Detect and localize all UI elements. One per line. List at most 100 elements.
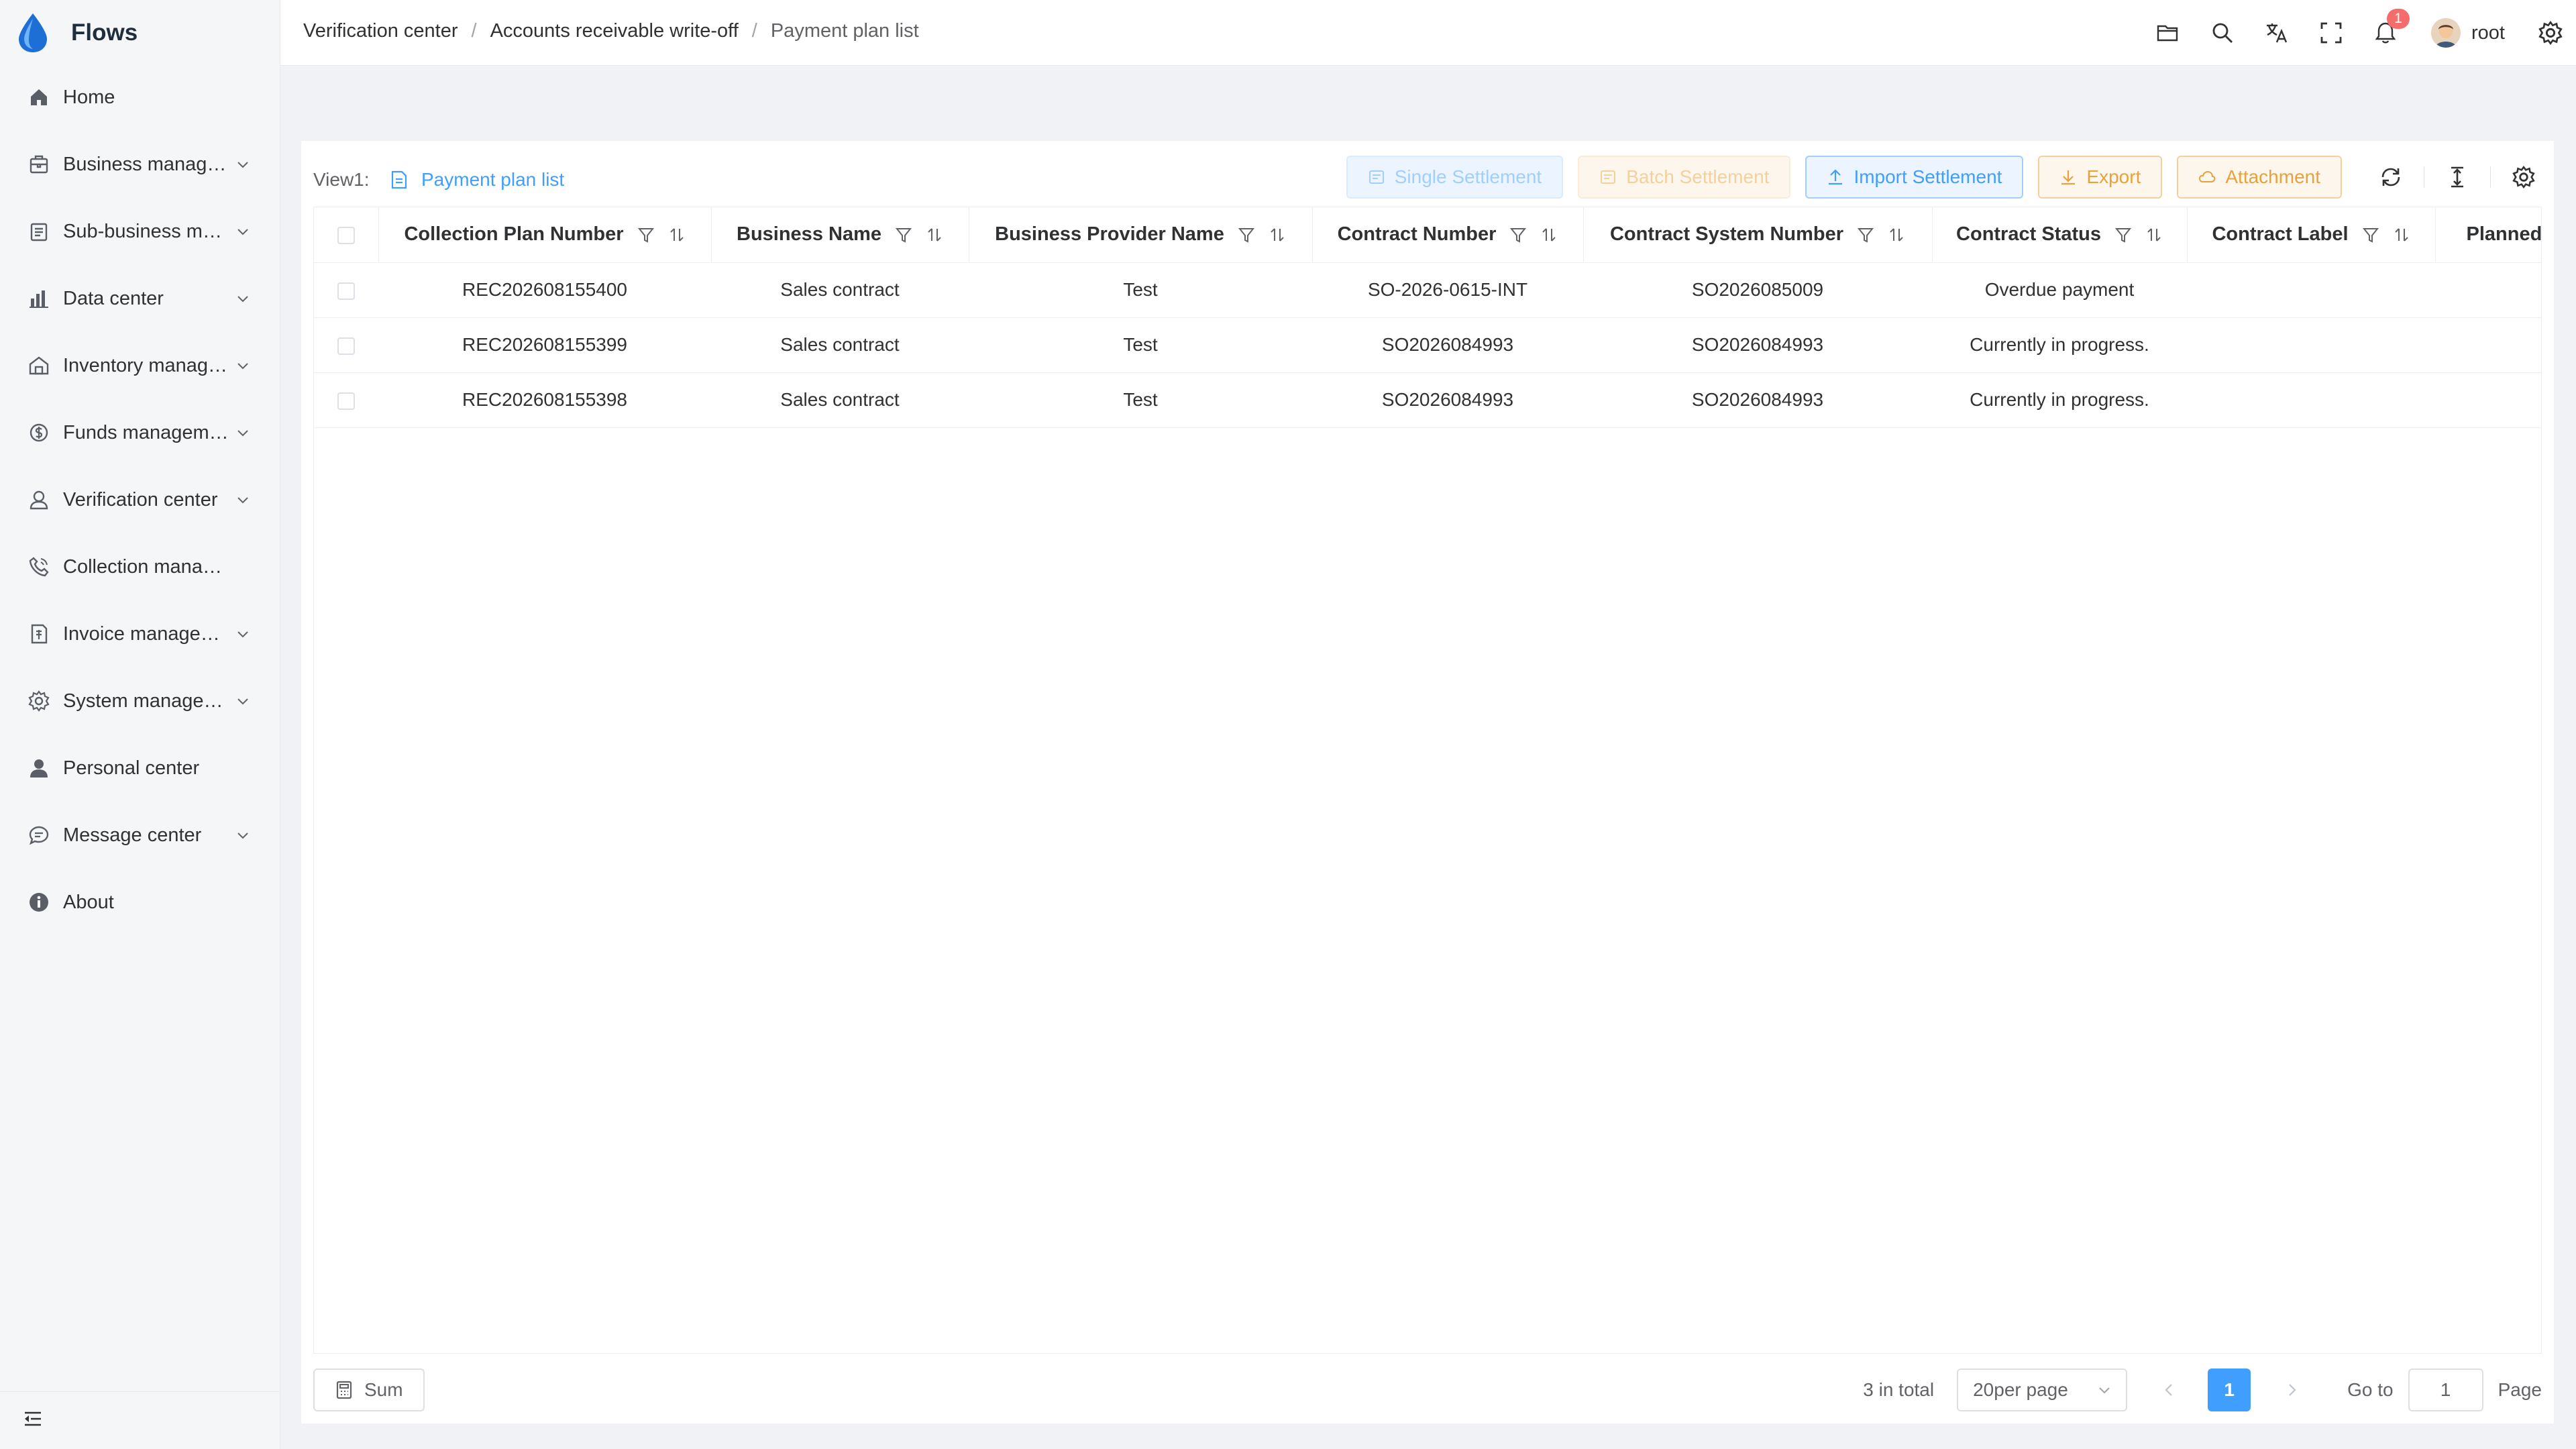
sidebar-item-invoice-management[interactable]: Invoice management bbox=[0, 600, 280, 667]
page-size-select[interactable]: 20per page bbox=[1957, 1368, 2128, 1411]
sidebar-item-data-center[interactable]: Data center bbox=[0, 265, 280, 332]
phone-icon bbox=[29, 557, 49, 577]
page-number-current[interactable]: 1 bbox=[2208, 1368, 2251, 1411]
filter-icon[interactable] bbox=[1509, 226, 1527, 244]
sort-icon[interactable] bbox=[926, 226, 943, 244]
table-cell: SO2026084993 bbox=[1583, 372, 1932, 428]
sidebar-item-collection-management[interactable]: Collection management bbox=[0, 533, 280, 600]
column-header: Business Name bbox=[711, 207, 969, 263]
filter-icon[interactable] bbox=[1857, 226, 1874, 244]
toolbar-divider bbox=[2490, 166, 2491, 188]
view-label: View1: bbox=[313, 169, 370, 190]
breadcrumb-item[interactable]: Verification center bbox=[303, 20, 458, 42]
download-icon bbox=[2061, 170, 2076, 185]
column-height-icon[interactable] bbox=[2446, 166, 2469, 189]
sidebar-item-inventory-management[interactable]: Inventory management bbox=[0, 332, 280, 399]
view-tab-payment-plan-list[interactable]: Payment plan list bbox=[390, 169, 564, 191]
table-row[interactable]: REC202608155398 Sales contract Test SO20… bbox=[314, 372, 2541, 428]
chevron-down-icon bbox=[237, 833, 248, 839]
sidebar-item-business-management[interactable]: Business management bbox=[0, 131, 280, 198]
gear-icon[interactable] bbox=[2512, 166, 2535, 189]
sidebar-menu: Home Business management Sub-business ma… bbox=[0, 64, 280, 936]
clipboard-icon bbox=[30, 223, 48, 241]
gear-icon bbox=[28, 690, 50, 712]
table-cell: REC202608155400 bbox=[378, 262, 711, 318]
sidebar-item-verification-center[interactable]: Verification center bbox=[0, 466, 280, 533]
notification-button[interactable]: 1 bbox=[2373, 9, 2410, 45]
toolbar-buttons: Single Settlement Batch Settlement Impor… bbox=[1332, 156, 2535, 199]
sort-icon[interactable] bbox=[1269, 226, 1286, 244]
row-checkbox[interactable] bbox=[337, 392, 355, 410]
goto-page-input[interactable]: 1 bbox=[2408, 1368, 2483, 1411]
chevron-down-icon bbox=[237, 430, 248, 437]
filter-icon[interactable] bbox=[2362, 226, 2379, 244]
table-cell: REC202608155399 bbox=[378, 317, 711, 373]
sidebar-item-system-management[interactable]: System management bbox=[0, 667, 280, 735]
breadcrumb-separator: / bbox=[471, 20, 477, 42]
calculator-icon bbox=[336, 1381, 352, 1399]
sort-icon[interactable] bbox=[668, 226, 686, 244]
single-settlement-button[interactable]: Single Settlement bbox=[1346, 156, 1564, 199]
app-logo[interactable]: Flows bbox=[15, 12, 138, 54]
sidebar-divider bbox=[0, 1391, 280, 1392]
table-cell: REC202608155398 bbox=[378, 372, 711, 428]
folder-icon[interactable] bbox=[2156, 21, 2180, 45]
table-row[interactable]: REC202608155400 Sales contract Test SO-2… bbox=[314, 262, 2541, 318]
refresh-icon[interactable] bbox=[2379, 166, 2402, 189]
sort-icon[interactable] bbox=[1888, 226, 1905, 244]
chevron-down-icon bbox=[237, 296, 248, 303]
sidebar-item-about[interactable]: About bbox=[0, 869, 280, 936]
select-all-checkbox[interactable] bbox=[337, 226, 355, 244]
sidebar-item-label: System management bbox=[63, 690, 231, 712]
next-page-icon[interactable] bbox=[2286, 1382, 2299, 1398]
filter-icon[interactable] bbox=[1238, 226, 1255, 244]
breadcrumb: Verification center / Accounts receivabl… bbox=[303, 20, 919, 42]
sidebar-item-message-center[interactable]: Message center bbox=[0, 802, 280, 869]
sidebar-item-home[interactable]: Home bbox=[0, 64, 280, 131]
sum-label: Sum bbox=[364, 1379, 403, 1400]
filter-icon[interactable] bbox=[895, 226, 912, 244]
search-icon[interactable] bbox=[2210, 21, 2235, 45]
table-cell: Test bbox=[969, 317, 1312, 373]
goto-label: Go to bbox=[2347, 1379, 2394, 1400]
sum-button[interactable]: Sum bbox=[313, 1368, 425, 1411]
column-header: Contract Status bbox=[1932, 207, 2188, 263]
sidebar-item-label: About bbox=[63, 891, 114, 913]
sidebar-item-funds-management[interactable]: Funds management bbox=[0, 399, 280, 466]
row-checkbox[interactable] bbox=[337, 282, 355, 300]
data-table: Collection Plan Number Business Name Bus… bbox=[313, 207, 2542, 1354]
table-cell: Currently in progress. bbox=[1932, 372, 2187, 428]
user-menu[interactable]: root bbox=[2431, 18, 2505, 48]
column-title: Business Name bbox=[737, 223, 881, 246]
column-title: Business Provider Name bbox=[995, 223, 1224, 246]
avatar bbox=[2431, 18, 2461, 48]
sort-icon[interactable] bbox=[2393, 226, 2410, 244]
sidebar-item-label: Collection management bbox=[63, 555, 231, 578]
attachment-button[interactable]: Attachment bbox=[2177, 156, 2342, 199]
sort-icon[interactable] bbox=[2145, 226, 2163, 244]
sidebar-item-label: Home bbox=[63, 86, 115, 108]
filter-icon[interactable] bbox=[637, 226, 655, 244]
sidebar-item-sub-business-management[interactable]: Sub-business management bbox=[0, 198, 280, 265]
page-label: Page bbox=[2498, 1379, 2542, 1400]
sidebar-item-label: Inventory management bbox=[63, 354, 231, 376]
gear-icon[interactable] bbox=[2538, 21, 2563, 45]
breadcrumb-separator: / bbox=[751, 20, 757, 42]
prev-page-icon[interactable] bbox=[2162, 1382, 2176, 1398]
fullscreen-icon[interactable] bbox=[2319, 21, 2343, 45]
sort-icon[interactable] bbox=[1540, 226, 1558, 244]
select-all-cell bbox=[314, 207, 379, 263]
sidebar-item-personal-center[interactable]: Personal center bbox=[0, 735, 280, 802]
breadcrumb-item[interactable]: Accounts receivable write-off bbox=[490, 20, 739, 42]
translate-icon[interactable] bbox=[2265, 21, 2289, 45]
pagination: 3 in total 20per page 1 Go to 1 Page bbox=[1863, 1368, 2542, 1411]
batch-settlement-button[interactable]: Batch Settlement bbox=[1578, 156, 1791, 199]
filter-icon[interactable] bbox=[2114, 226, 2132, 244]
import-settlement-button[interactable]: Import Settlement bbox=[1805, 156, 2024, 199]
export-button[interactable]: Export bbox=[2038, 156, 2163, 199]
collapse-sidebar-icon[interactable] bbox=[23, 1409, 43, 1429]
row-checkbox[interactable] bbox=[337, 337, 355, 355]
button-label: Single Settlement bbox=[1394, 166, 1542, 187]
table-row[interactable]: REC202608155399 Sales contract Test SO20… bbox=[314, 317, 2541, 373]
column-header: Contract Number bbox=[1312, 207, 1584, 263]
